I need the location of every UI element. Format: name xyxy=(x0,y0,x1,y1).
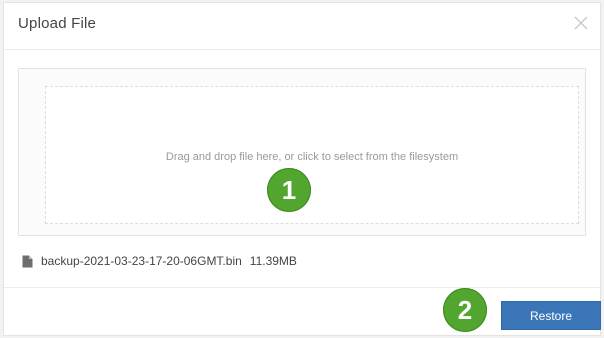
file-name: backup-2021-03-23-17-20-06GMT.bin xyxy=(41,254,242,268)
close-icon[interactable] xyxy=(570,12,592,34)
dropzone-text: Drag and drop file here, or click to sel… xyxy=(165,151,459,163)
step-marker-1: 1 xyxy=(267,168,311,212)
upload-file-dialog: Upload File Drag and drop file here, or … xyxy=(3,2,601,336)
restore-button[interactable]: Restore xyxy=(501,301,601,330)
dialog-title: Upload File xyxy=(18,15,97,32)
selected-file: backup-2021-03-23-17-20-06GMT.bin 11.39M… xyxy=(22,253,297,269)
dropzone-inner[interactable]: Drag and drop file here, or click to sel… xyxy=(45,86,579,224)
step-marker-2: 2 xyxy=(443,288,487,332)
file-size: 11.39MB xyxy=(249,254,297,268)
dialog-header: Upload File xyxy=(4,3,600,50)
dialog-body: Drag and drop file here, or click to sel… xyxy=(4,49,600,288)
file-icon xyxy=(22,255,33,268)
file-dropzone[interactable]: Drag and drop file here, or click to sel… xyxy=(18,68,586,236)
